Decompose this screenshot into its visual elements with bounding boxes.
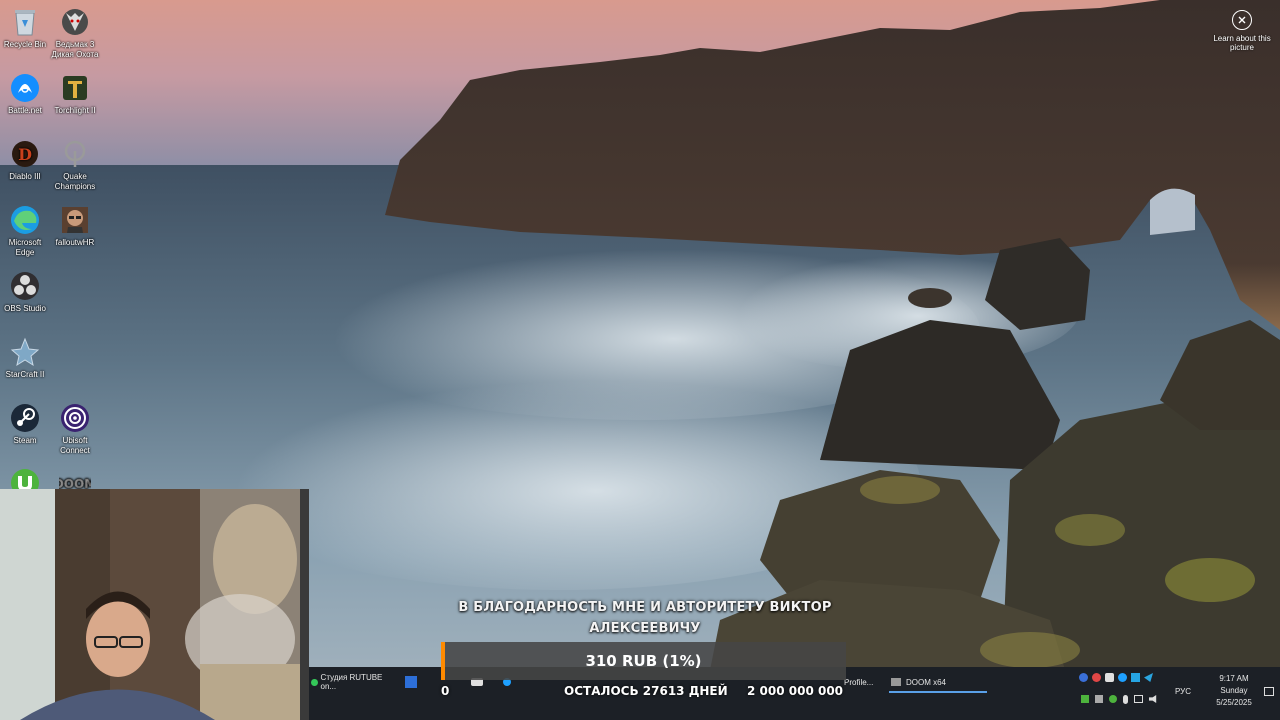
donation-message: В БЛАГОДАРНОСТЬ МНЕ И АВТОРИТЕТУ ВИКТОР …: [458, 600, 832, 636]
doom-icon: [891, 678, 901, 686]
starcraft-icon: [9, 336, 41, 368]
taskbar-item-app[interactable]: [405, 671, 425, 693]
donation-goal-start: 0: [441, 684, 450, 698]
tray-app-icon[interactable]: [1092, 673, 1101, 682]
donation-goal-bar: 310 RUB (1%): [441, 642, 846, 680]
desktop-icon-battlenet[interactable]: Battle.net: [0, 72, 50, 116]
desktop-icon-label: StarCraft II: [5, 370, 45, 379]
taskbar-item-profile[interactable]: Profile...: [844, 671, 884, 693]
desktop-icon-label: Quake Champions: [54, 172, 96, 191]
tray-app-icon[interactable]: [1079, 673, 1088, 682]
desktop-icon-label: Microsoft Edge: [8, 238, 42, 257]
witcher-icon: [59, 6, 91, 38]
desktop-icon-diablo[interactable]: D Diablo III: [0, 138, 50, 182]
language-indicator[interactable]: РУС: [1175, 687, 1191, 696]
clock-day: Sunday: [1220, 686, 1248, 695]
tray-app-icon[interactable]: [1131, 673, 1140, 682]
desktop-icon-label: Steam: [13, 436, 37, 445]
donation-remaining: ОСТАЛОСЬ 27613 ДНЕЙ: [564, 684, 728, 698]
desktop-icon-label: Ведьмак 3 Дикая Охота: [51, 40, 99, 59]
desktop-icon-label: OBS Studio: [4, 304, 46, 313]
desktop-icon-edge[interactable]: Microsoft Edge: [0, 204, 50, 258]
webcam-overlay: [0, 489, 309, 720]
obs-icon: [9, 270, 41, 302]
taskbar-item-label: Студия RUTUBE on...: [320, 673, 383, 691]
donation-amount: 310 RUB (1%): [585, 652, 702, 670]
browser-icon: [311, 678, 318, 686]
clock-date: 5/25/2025: [1216, 698, 1252, 707]
tray-icons-row2: [1081, 695, 1158, 704]
taskbar-item-label: DOOM x64: [906, 677, 947, 687]
steam-icon: [9, 402, 41, 434]
taskbar-item-doom[interactable]: DOOM x64: [889, 671, 987, 693]
tray-app-icon[interactable]: [1118, 673, 1127, 682]
desktop-icon-ubisoft[interactable]: Ubisoft Connect: [50, 402, 100, 456]
battlenet-icon: [9, 72, 41, 104]
tray-app-icon[interactable]: [1095, 695, 1103, 703]
edge-icon: [9, 204, 41, 236]
tray-app-icon[interactable]: [1105, 673, 1114, 682]
desktop-icon-label: Ubisoft Connect: [60, 436, 90, 455]
desktop-icon-quake[interactable]: Quake Champions: [50, 138, 100, 192]
ubisoft-icon: [59, 402, 91, 434]
desktop-icon-steam[interactable]: Steam: [0, 402, 50, 446]
desktop-icon-fallout[interactable]: falloutwHR: [50, 204, 100, 248]
notification-icon[interactable]: [1264, 687, 1274, 696]
volume-icon[interactable]: [1149, 695, 1157, 703]
taskbar-item-label: Profile...: [844, 677, 874, 687]
desktop-icon-label: Battle.net: [8, 106, 42, 115]
desktop-icon-label: Recycle Bin: [3, 40, 47, 49]
donation-goal-target: 2 000 000 000: [747, 684, 844, 698]
svg-text:D: D: [18, 145, 32, 164]
learn-label: Learn about this picture: [1213, 34, 1271, 52]
desktop-icon-label: Diablo III: [9, 172, 41, 181]
desktop-icon-label: Torchlight II: [54, 106, 96, 115]
telegram-icon[interactable]: [1144, 673, 1153, 682]
fallout-icon: [59, 204, 91, 236]
clock-time: 9:17 AM: [1219, 674, 1249, 683]
learn-about-picture[interactable]: Learn about this picture: [1210, 10, 1274, 52]
microphone-icon[interactable]: [1123, 695, 1128, 704]
desktop-icon-recycle-bin[interactable]: Recycle Bin: [0, 6, 50, 50]
network-icon[interactable]: [1134, 695, 1143, 703]
tray-app-icon[interactable]: [1081, 695, 1089, 703]
desktop-icon-witcher[interactable]: Ведьмак 3 Дикая Охота: [50, 6, 100, 60]
camera-icon: [1232, 10, 1252, 30]
diablo-icon: D: [9, 138, 41, 170]
desktop-icon-torchlight[interactable]: Torchlight II: [50, 72, 100, 116]
desktop-icon-obs[interactable]: OBS Studio: [0, 270, 50, 314]
torchlight-icon: [59, 72, 91, 104]
desktop-icon-label: falloutwHR: [55, 238, 95, 247]
desktop-icon-starcraft[interactable]: StarCraft II: [0, 336, 50, 380]
taskbar-item-rutube[interactable]: Студия RUTUBE on...: [309, 671, 395, 693]
app-icon: [405, 676, 417, 688]
recycle-bin-icon: [9, 6, 41, 38]
quake-icon: [59, 138, 91, 170]
active-indicator: [889, 691, 987, 693]
tray-icons: [1079, 673, 1153, 682]
clock[interactable]: 9:17 AM Sunday 5/25/2025: [1205, 673, 1263, 709]
tray-app-icon[interactable]: [1109, 695, 1117, 703]
